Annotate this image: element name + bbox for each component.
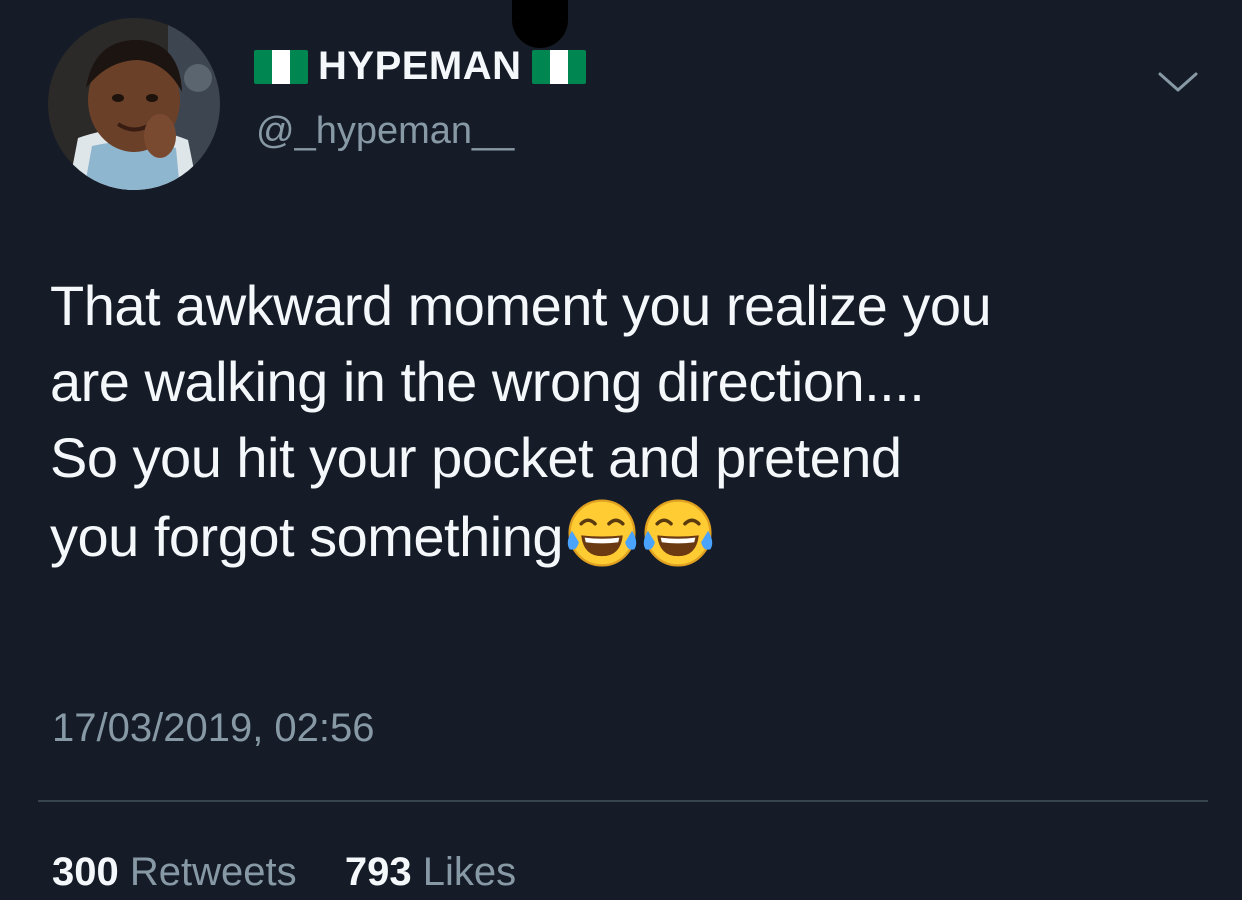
top-edge-mark	[512, 0, 568, 48]
tweet-timestamp[interactable]: 17/03/2019, 02:56	[52, 706, 375, 751]
divider	[38, 800, 1208, 802]
tweet-text-line-last: you forgot something	[50, 496, 1210, 575]
retweets-label: Retweets	[129, 850, 297, 894]
tweet-stats: 300 Retweets 793 Likes	[52, 850, 516, 895]
likes-count: 793	[344, 850, 412, 894]
nigeria-flag-icon	[254, 49, 308, 84]
likes-link[interactable]: 793 Likes	[345, 850, 516, 894]
tweet-text-fragment: you forgot something	[50, 505, 563, 568]
face-with-tears-of-joy-icon	[643, 499, 713, 567]
display-name[interactable]: HYPEMAN	[254, 44, 586, 89]
user-handle[interactable]: @_hypeman__	[256, 110, 514, 153]
avatar-image	[48, 18, 220, 190]
tweet-text-line: So you hit your pocket and pretend	[50, 426, 902, 489]
retweets-link[interactable]: 300 Retweets	[52, 850, 308, 894]
nigeria-flag-icon	[531, 49, 586, 84]
tweet-text-line: are walking in the wrong direction....	[50, 350, 925, 413]
chevron-down-icon[interactable]	[1150, 62, 1206, 102]
avatar[interactable]	[48, 18, 220, 190]
likes-label: Likes	[422, 850, 517, 894]
face-with-tears-of-joy-icon	[567, 499, 637, 567]
tweet-text-line: That awkward moment you realize you	[50, 274, 992, 337]
tweet-text: That awkward moment you realize you are …	[50, 268, 1210, 575]
display-name-text: HYPEMAN	[318, 44, 522, 88]
retweets-count: 300	[52, 850, 119, 894]
